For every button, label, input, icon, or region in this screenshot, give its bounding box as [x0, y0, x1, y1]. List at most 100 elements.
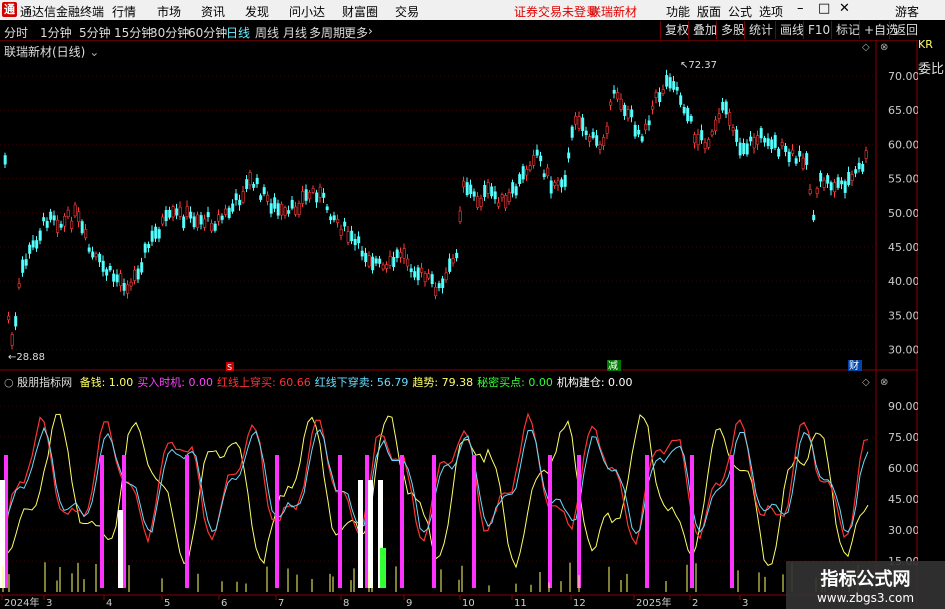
candle-body	[31, 240, 35, 248]
candle-body	[497, 202, 501, 207]
candle-body	[539, 155, 543, 162]
buy-signal-bar	[472, 455, 476, 588]
candle-body	[549, 180, 553, 194]
candle-body	[861, 163, 865, 172]
candle-body	[854, 169, 858, 174]
candle-body	[392, 257, 396, 267]
candle-body	[399, 252, 403, 258]
candle-body	[227, 207, 231, 218]
candle-body	[329, 216, 333, 221]
candle-body	[409, 268, 413, 273]
candle-body	[686, 107, 690, 122]
candle-body	[182, 216, 186, 229]
indicator-name[interactable]: 殷朋指标网	[17, 376, 72, 389]
candle-body	[822, 179, 826, 188]
candle-body	[486, 182, 490, 194]
legend-item: 买入时机: 0.00	[137, 376, 214, 389]
candle-body	[213, 223, 217, 231]
candle-body	[3, 155, 7, 165]
candle-body	[472, 191, 476, 197]
quote-side-panel: KR 委比卖五卖四卖三卖二卖一买一买二买三买四买五现价涨跌涨幅总量外盘换手净资收…	[918, 40, 945, 609]
ind-close-icon[interactable]: ⊗	[880, 377, 888, 388]
candle-body	[248, 172, 252, 186]
candle-body	[185, 206, 189, 217]
candle-body	[161, 216, 165, 225]
candle-body	[108, 266, 112, 271]
price-tick: 55.00	[888, 173, 920, 186]
settings-icon[interactable]: ◇	[862, 42, 870, 53]
candle-body	[518, 174, 522, 184]
candle-body	[826, 175, 830, 184]
candle-body	[290, 199, 294, 209]
candle-body	[829, 182, 833, 191]
candle-body	[556, 180, 560, 186]
ind-settings-icon[interactable]: ◇	[862, 377, 870, 388]
candle-body	[703, 142, 707, 149]
buy-signal-bar	[338, 455, 342, 588]
panel-close-icon[interactable]: ⊗	[880, 42, 888, 53]
candle-body	[402, 248, 406, 259]
candle-body	[798, 150, 802, 157]
candle-body	[672, 81, 676, 90]
high-label: ↖72.37	[680, 60, 717, 71]
price-axis: 70.00 65.00 60.00 55.00 50.00 45.00 40.00 35.00…	[888, 70, 920, 357]
buy-signal-bar	[577, 455, 581, 588]
candle-body	[560, 179, 564, 188]
candle-body	[819, 172, 823, 182]
chart-canvas[interactable]: 70.00 65.00 60.00 55.00 50.00 45.00 40.00 35.00…	[0, 0, 945, 609]
candle-body	[476, 196, 480, 208]
candle-body	[567, 152, 571, 159]
candle-body	[129, 281, 133, 287]
candle-body	[605, 125, 609, 134]
candle-body	[252, 184, 256, 188]
buy-signal-bar	[185, 455, 189, 588]
candle-body	[850, 174, 854, 181]
candle-body	[479, 197, 483, 207]
candle-body	[679, 95, 683, 105]
candle-body	[546, 167, 550, 177]
candle-body	[623, 104, 627, 116]
candle-body	[38, 230, 42, 241]
candle-body	[511, 182, 515, 194]
candle-body	[287, 210, 291, 214]
indicator-circle-icon[interactable]: ○	[4, 376, 14, 389]
candle-body	[465, 182, 469, 196]
indicator-tick: 45.00	[888, 493, 920, 506]
candle-body	[196, 214, 200, 228]
candle-body	[217, 214, 221, 222]
buy-signal-bar	[645, 455, 649, 588]
candle-body	[91, 251, 95, 258]
candle-body	[10, 334, 14, 346]
candle-body	[770, 139, 774, 150]
legend-item: 机构建仓: 0.00	[556, 376, 633, 389]
side-panel-item[interactable]: 委比	[918, 60, 945, 79]
candle-body	[423, 273, 427, 283]
candle-body	[7, 315, 11, 321]
candle-body	[766, 138, 770, 147]
candle-body	[164, 210, 168, 222]
candle-body	[255, 177, 259, 185]
candle-body	[49, 211, 53, 220]
buy-signal-bar	[100, 455, 104, 588]
candle-body	[115, 274, 119, 283]
candle-body	[378, 258, 382, 264]
candle-body	[280, 203, 284, 216]
candle-body	[315, 192, 319, 203]
price-tick: 45.00	[888, 241, 920, 254]
candle-body	[70, 220, 74, 229]
candle-body	[602, 137, 606, 147]
candle-body	[728, 112, 732, 126]
candle-body	[238, 199, 242, 206]
price-tick: 50.00	[888, 207, 920, 220]
indicator-lines	[0, 412, 869, 592]
candle-body	[437, 283, 441, 289]
candle-body	[360, 250, 364, 257]
institution-bar	[358, 480, 363, 588]
candle-body	[413, 271, 417, 278]
candle-body	[374, 258, 378, 264]
candle-body	[812, 214, 816, 221]
buy-signal-bar	[730, 455, 734, 588]
candle-body	[371, 256, 375, 271]
candle-body	[609, 101, 613, 106]
candle-body	[619, 98, 623, 110]
